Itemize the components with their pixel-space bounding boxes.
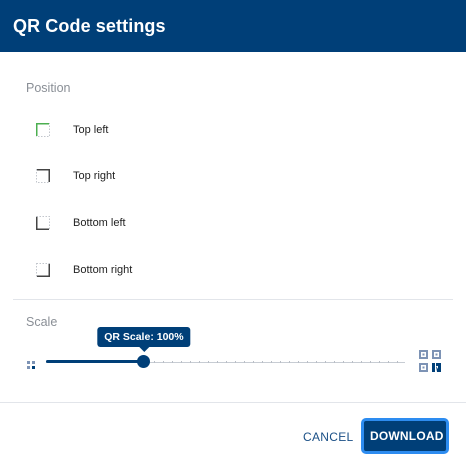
cancel-button[interactable]: CANCEL [296, 424, 360, 450]
section-divider [13, 299, 453, 300]
slider-fill [46, 360, 144, 363]
dialog-title: QR Code settings [13, 15, 166, 36]
position-option-label: Bottom left [73, 217, 126, 229]
qr-large-icon [419, 350, 441, 372]
corner-bottom-right-icon [36, 263, 50, 277]
position-option-top-right[interactable]: Top right [36, 167, 115, 185]
qr-scale-slider[interactable] [46, 352, 405, 372]
position-section-label: Position [26, 81, 71, 95]
scale-tooltip: QR Scale: 100% [97, 327, 191, 352]
download-button[interactable]: DOWNLOAD [361, 418, 449, 454]
position-option-label: Top right [73, 170, 116, 182]
qr-small-icon [27, 356, 35, 369]
footer-divider [0, 402, 466, 403]
position-option-label: Top left [73, 124, 109, 136]
qr-code-settings-dialog: QR Code settings Position Top left Top r… [0, 0, 466, 472]
corner-top-left-icon [36, 123, 50, 137]
position-option-top-left[interactable]: Top left [36, 121, 108, 139]
position-option-bottom-left[interactable]: Bottom left [36, 214, 126, 232]
position-option-bottom-right[interactable]: Bottom right [36, 261, 132, 279]
corner-top-right-icon [36, 169, 50, 183]
dialog-header: QR Code settings [0, 0, 466, 52]
scale-section-label: Scale [26, 315, 58, 329]
slider-thumb[interactable] [136, 355, 150, 368]
position-option-label: Bottom right [73, 264, 133, 276]
corner-bottom-left-icon [36, 216, 50, 230]
